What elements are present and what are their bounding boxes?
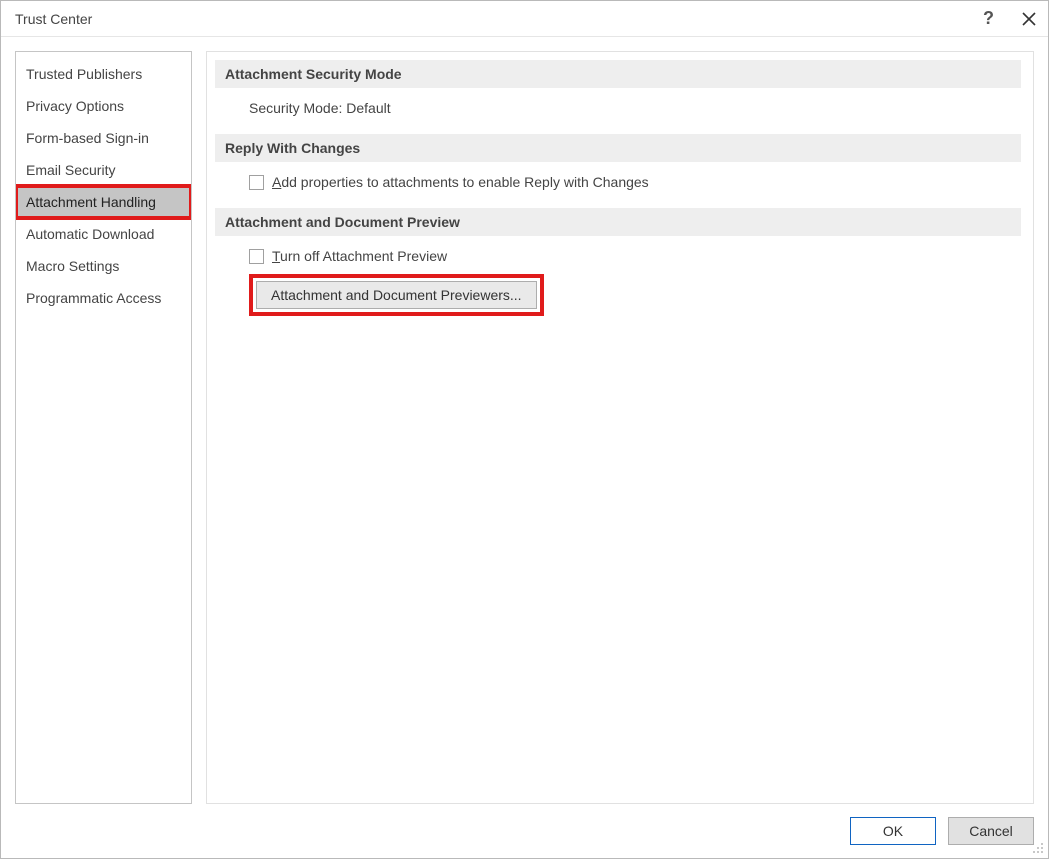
previewers-button-highlight: Attachment and Document Previewers... <box>249 274 544 316</box>
help-icon[interactable]: ? <box>983 8 994 29</box>
reply-changes-checkbox-row[interactable]: Add properties to attachments to enable … <box>249 174 649 190</box>
sidebar-item-privacy-options[interactable]: Privacy Options <box>16 90 191 122</box>
close-icon[interactable] <box>1020 10 1038 28</box>
section-header-reply-changes: Reply With Changes <box>215 134 1021 162</box>
sidebar-item-programmatic-access[interactable]: Programmatic Access <box>16 282 191 314</box>
sidebar-item-form-based-sign-in[interactable]: Form-based Sign-in <box>16 122 191 154</box>
dialog-footer: OK Cancel <box>1 804 1048 858</box>
security-mode-row: Security Mode: Default <box>249 100 391 116</box>
sidebar-item-macro-settings[interactable]: Macro Settings <box>16 250 191 282</box>
window-title: Trust Center <box>15 11 92 27</box>
resize-grip-icon[interactable] <box>1030 840 1044 854</box>
sidebar-item-attachment-handling[interactable]: Attachment Handling <box>16 186 191 218</box>
cancel-button[interactable]: Cancel <box>948 817 1034 845</box>
ok-button[interactable]: OK <box>850 817 936 845</box>
turn-off-preview-checkbox[interactable] <box>249 249 264 264</box>
sidebar-item-trusted-publishers[interactable]: Trusted Publishers <box>16 58 191 90</box>
sidebar-item-email-security[interactable]: Email Security <box>16 154 191 186</box>
titlebar: Trust Center ? <box>1 1 1048 37</box>
trust-center-window: Trust Center ? Trusted PublishersPrivacy… <box>0 0 1049 859</box>
reply-changes-checkbox-label[interactable]: Add properties to attachments to enable … <box>272 174 649 190</box>
section-attachment-preview: Attachment and Document Preview Turn off… <box>215 208 1021 316</box>
turn-off-preview-checkbox-row[interactable]: Turn off Attachment Preview <box>249 248 447 264</box>
content-panel: Attachment Security Mode Security Mode: … <box>206 51 1034 804</box>
security-mode-label: Security Mode: <box>249 100 342 116</box>
titlebar-controls: ? <box>983 8 1038 29</box>
sidebar-item-automatic-download[interactable]: Automatic Download <box>16 218 191 250</box>
reply-changes-checkbox[interactable] <box>249 175 264 190</box>
section-header-preview: Attachment and Document Preview <box>215 208 1021 236</box>
section-reply-with-changes: Reply With Changes Add properties to att… <box>215 134 1021 190</box>
dialog-body: Trusted PublishersPrivacy OptionsForm-ba… <box>1 37 1048 804</box>
turn-off-preview-checkbox-label[interactable]: Turn off Attachment Preview <box>272 248 447 264</box>
security-mode-value: Default <box>346 100 390 116</box>
sidebar: Trusted PublishersPrivacy OptionsForm-ba… <box>15 51 192 804</box>
attachment-previewers-button[interactable]: Attachment and Document Previewers... <box>256 281 537 309</box>
section-header-security-mode: Attachment Security Mode <box>215 60 1021 88</box>
section-attachment-security-mode: Attachment Security Mode Security Mode: … <box>215 60 1021 116</box>
